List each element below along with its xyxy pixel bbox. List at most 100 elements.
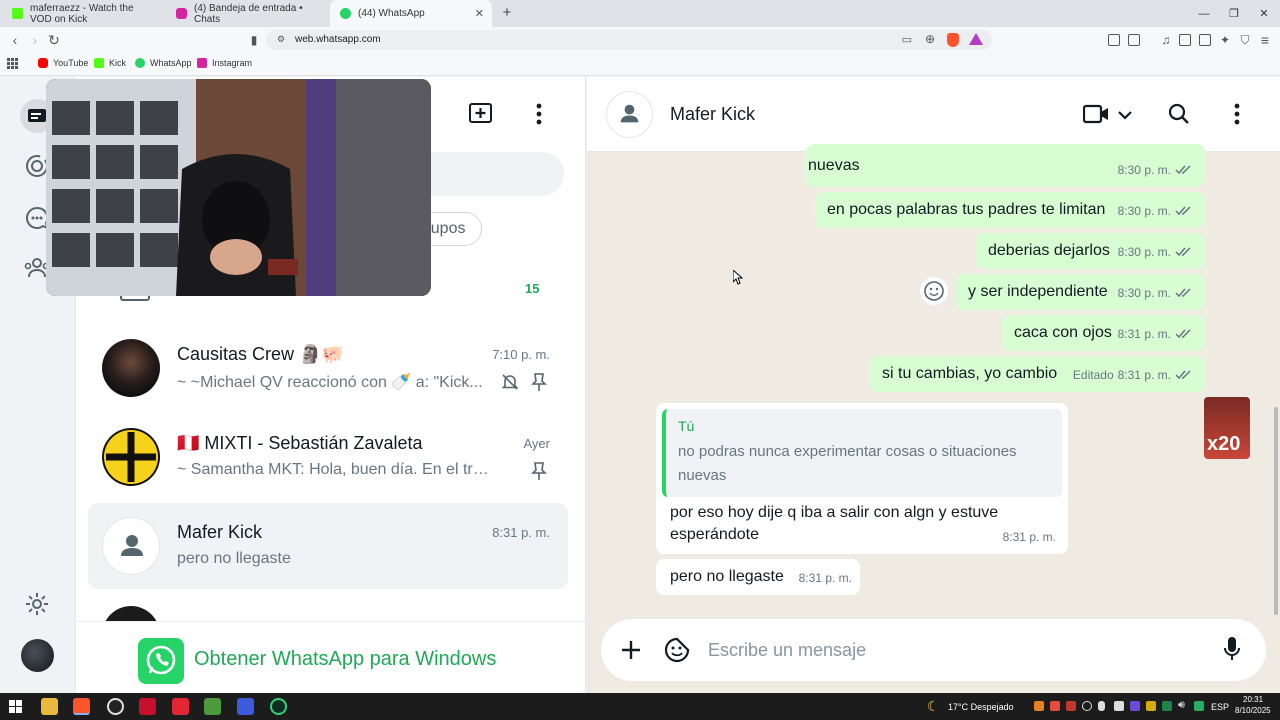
weather-text[interactable]: 17°C Despejado [948, 702, 1014, 712]
sticker-badge: x20 [1207, 433, 1241, 455]
contact-name[interactable]: Mafer Kick [670, 104, 755, 125]
leo-ai-icon[interactable]: ✦ [1216, 31, 1234, 49]
chat-row-causitas[interactable]: Causitas Crew 🗿🐖 7:10 p. m. ~ ~Michael Q… [88, 325, 568, 411]
message-input[interactable] [708, 636, 1208, 664]
microphone-icon[interactable] [1223, 636, 1241, 667]
bookmark-whatsapp[interactable]: WhatsApp [135, 58, 192, 68]
message-out[interactable]: y ser independiente 8:30 p. m. [956, 274, 1205, 310]
brave-shields-icon[interactable] [947, 33, 959, 47]
chevron-down-icon[interactable] [1117, 108, 1133, 126]
tab-title: (4) Bandeja de entrada • Chats [194, 2, 303, 25]
sticker-icon[interactable] [664, 637, 690, 668]
profile-avatar[interactable] [21, 639, 54, 672]
zoom-icon[interactable]: ⊕ [925, 32, 935, 46]
message-text: caca con ojos [1014, 324, 1112, 341]
instagram-favicon-icon [176, 8, 187, 19]
app-green-icon[interactable] [270, 698, 287, 715]
tray-app-icon[interactable] [1034, 701, 1044, 711]
chat-menu-kebab-icon[interactable] [1234, 103, 1240, 130]
tab-title: maferraezz - Watch the VOD on Kick [30, 2, 134, 25]
message-out[interactable]: deberias dejarlos 8:30 p. m. [976, 233, 1205, 269]
brave-browser-icon[interactable] [73, 698, 90, 715]
reload-icon[interactable]: ↻ [45, 31, 63, 49]
tray-app-icon[interactable] [1194, 701, 1204, 711]
file-explorer-icon[interactable] [41, 698, 58, 715]
scrollbar[interactable] [1274, 407, 1278, 615]
message-in[interactable]: pero no llegaste 8:31 p. m. [656, 559, 860, 595]
menu-kebab-icon[interactable] [536, 103, 542, 130]
chat-row-mafer-kick[interactable]: Mafer Kick 8:31 p. m. pero no llegaste [88, 503, 568, 589]
tray-app-icon[interactable] [1162, 701, 1172, 711]
minimize-button[interactable]: — [1188, 0, 1220, 27]
react-emoji-icon[interactable] [920, 277, 948, 305]
screenshot-icon[interactable] [1128, 34, 1140, 46]
tray-mic-icon[interactable] [1098, 701, 1105, 711]
sidebar-icon[interactable] [1179, 34, 1191, 46]
app-icon[interactable] [237, 698, 254, 715]
cast-icon[interactable]: ▭ [902, 33, 912, 46]
chat-row-mixti[interactable]: 🇵🇪 MIXTI - Sebastián Zavaleta Ayer ~ Sam… [88, 414, 568, 500]
media-icon[interactable]: ♫ [1157, 31, 1175, 49]
wallet-icon[interactable] [1199, 34, 1211, 46]
vpn-shield-icon[interactable]: ⛉ [1236, 31, 1254, 49]
message-in[interactable]: Tú no podras nunca experimentar cosas o … [656, 403, 1068, 554]
restore-button[interactable]: ❐ [1218, 0, 1250, 27]
edited-label: Editado [1072, 368, 1114, 382]
search-icon[interactable] [1168, 103, 1190, 130]
address-bar[interactable]: ⚙ web.whatsapp.com ▭ ⊕ [266, 30, 992, 50]
tray-app-icon[interactable] [1066, 701, 1076, 711]
obs-icon[interactable] [107, 698, 124, 715]
contact-avatar-icon[interactable] [606, 91, 653, 138]
game-app-icon[interactable] [139, 698, 156, 715]
bookmark-kick[interactable]: Kick [94, 58, 126, 68]
minecraft-icon[interactable] [204, 698, 221, 715]
extensions-icon[interactable] [1108, 34, 1120, 46]
chat-header[interactable]: Mafer Kick [587, 77, 1280, 152]
brave-rewards-icon[interactable] [969, 33, 983, 45]
forward-arrow-icon[interactable]: › [26, 31, 44, 49]
message-time: 8:30 p. m. [1117, 286, 1171, 300]
language-indicator[interactable]: ESP [1211, 702, 1229, 712]
clock-date[interactable]: 8/10/2025 [1235, 706, 1271, 715]
settings-gear-icon[interactable] [22, 589, 52, 619]
bookmark-instagram[interactable]: Instagram [197, 58, 252, 68]
tray-app-icon[interactable] [1050, 701, 1060, 711]
tray-app-icon[interactable] [1082, 701, 1092, 711]
whatsapp-icon [135, 58, 145, 68]
video-app-icon[interactable] [172, 698, 189, 715]
tab-instagram[interactable]: (4) Bandeja de entrada • Chats [166, 0, 330, 27]
tray-app-icon[interactable] [1130, 701, 1140, 711]
new-tab-button[interactable]: + [498, 4, 516, 22]
back-arrow-icon[interactable]: ‹ [6, 31, 24, 49]
chat-preview: pero no llegaste [177, 550, 291, 567]
message-out[interactable]: caca con ojos 8:31 p. m. [1002, 315, 1205, 351]
bookmark-youtube[interactable]: YouTube [38, 58, 88, 68]
close-tab-icon[interactable]: ✕ [475, 7, 484, 20]
bookmark-icon[interactable]: ▮ [245, 31, 263, 49]
message-out[interactable]: en pocas palabras tus padres te limitan … [815, 192, 1205, 228]
volume-icon[interactable]: 🔊︎ [1178, 699, 1185, 712]
message-out[interactable]: nuevas 8:30 p. m. [806, 144, 1205, 187]
quote-author: Tú [678, 418, 695, 434]
chat-name: 🇵🇪 MIXTI - Sebastián Zavaleta [177, 433, 423, 453]
tray-app-icon[interactable] [1146, 701, 1156, 711]
message-meta: 8:31 p. m. [1118, 323, 1193, 345]
new-chat-icon[interactable] [468, 101, 494, 130]
tab-kick[interactable]: maferraezz - Watch the VOD on Kick [2, 0, 166, 27]
menu-icon[interactable]: ≡ [1256, 31, 1274, 49]
video-call-icon[interactable] [1082, 104, 1109, 129]
instagram-icon [197, 58, 207, 68]
apps-grid-icon[interactable] [7, 58, 18, 69]
kick-favicon-icon [12, 8, 23, 19]
clock-time[interactable]: 20:31 [1243, 695, 1263, 704]
site-info-icon[interactable]: ⚙ [277, 34, 285, 45]
message-out[interactable]: si tu cambias, yo cambio Editado 8:31 p. … [870, 356, 1205, 392]
close-window-button[interactable]: ✕ [1248, 0, 1280, 27]
webcam-feed-image [46, 79, 431, 296]
tray-app-icon[interactable] [1114, 701, 1124, 711]
quoted-message[interactable]: Tú no podras nunca experimentar cosas o … [662, 409, 1062, 497]
windows-start-icon[interactable] [9, 700, 22, 718]
tab-whatsapp[interactable]: (44) WhatsApp ✕ [330, 0, 492, 27]
get-whatsapp-banner[interactable]: Obtener WhatsApp para Windows [76, 621, 585, 693]
attach-plus-icon[interactable] [619, 638, 643, 667]
